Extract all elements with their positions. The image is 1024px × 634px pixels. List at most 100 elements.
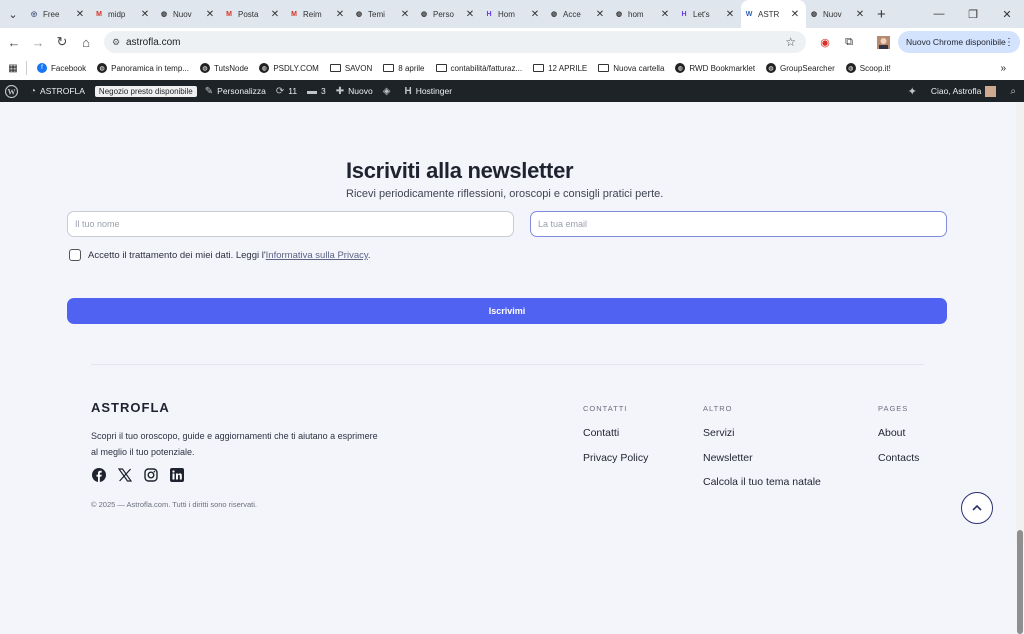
browser-tab[interactable]: M Reim ✕ bbox=[286, 0, 351, 28]
globe-icon: ◍ bbox=[199, 63, 210, 73]
footer-link-privacy[interactable]: Privacy Policy bbox=[583, 452, 648, 464]
site-info-icon[interactable]: ⚙ bbox=[106, 37, 126, 48]
bookmark-item[interactable]: f Facebook bbox=[37, 63, 86, 73]
minimize-icon[interactable]: — bbox=[922, 8, 956, 20]
tab-close-icon[interactable]: ✕ bbox=[205, 9, 215, 20]
footer-brand[interactable]: ASTROFLA bbox=[91, 400, 170, 415]
wp-search-icon[interactable]: ⌕ bbox=[1010, 86, 1016, 97]
footer-link-newsletter[interactable]: Newsletter bbox=[703, 452, 753, 464]
subscribe-button[interactable]: Iscrivimi bbox=[67, 298, 947, 324]
footer-link-servizi[interactable]: Servizi bbox=[703, 427, 735, 439]
browser-tab[interactable]: H Hom ✕ bbox=[481, 0, 546, 28]
bookmark-item[interactable]: ◍ Panoramica in temp... bbox=[97, 63, 189, 73]
wp-diamond[interactable]: ◈ bbox=[383, 86, 395, 97]
social-links bbox=[91, 467, 195, 483]
tab-close-icon[interactable]: ✕ bbox=[530, 9, 540, 20]
wp-hostinger[interactable]: H Hostinger bbox=[404, 86, 452, 97]
wp-greeting[interactable]: Ciao, Astrofla bbox=[931, 86, 982, 96]
tab-close-icon[interactable]: ✕ bbox=[855, 9, 865, 20]
scrollbar[interactable] bbox=[1016, 102, 1024, 634]
tab-search-button[interactable]: ⌄ bbox=[0, 0, 26, 28]
bookmark-item[interactable]: ◍ GroupSearcher bbox=[766, 63, 835, 73]
name-input[interactable]: Il tuo nome bbox=[67, 211, 514, 237]
footer-link-about[interactable]: About bbox=[878, 427, 905, 439]
forward-icon[interactable]: → bbox=[26, 35, 50, 50]
back-to-top-button[interactable] bbox=[961, 492, 993, 524]
browser-tab[interactable]: ◍ Nuov ✕ bbox=[156, 0, 221, 28]
wp-comments[interactable]: ▬ 3 bbox=[307, 86, 326, 97]
back-icon[interactable]: ← bbox=[2, 35, 26, 50]
x-twitter-icon[interactable] bbox=[117, 467, 133, 483]
tab-close-icon[interactable]: ✕ bbox=[660, 9, 670, 20]
more-menu-icon[interactable]: ⋮ bbox=[1004, 37, 1014, 48]
restore-icon[interactable]: ❐ bbox=[956, 8, 990, 21]
tab-title: Nuov bbox=[823, 9, 842, 19]
linkedin-icon[interactable] bbox=[169, 467, 185, 483]
consent-checkbox[interactable] bbox=[69, 249, 81, 261]
bookmark-star-icon[interactable]: ☆ bbox=[785, 35, 796, 49]
browser-tab[interactable]: ◍ hom ✕ bbox=[611, 0, 676, 28]
tab-close-icon[interactable]: ✕ bbox=[75, 9, 85, 20]
wp-site-name[interactable]: ◔ ASTROFLA bbox=[30, 86, 85, 97]
tab-close-icon[interactable]: ✕ bbox=[595, 9, 605, 20]
extensions-puzzle-icon[interactable]: ⧉ bbox=[840, 33, 858, 51]
browser-tab[interactable]: M Posta ✕ bbox=[221, 0, 286, 28]
apps-grid-icon[interactable]: ▦ bbox=[0, 63, 26, 74]
browser-tab[interactable]: W ASTR ✕ bbox=[741, 0, 806, 28]
scrollbar-thumb[interactable] bbox=[1017, 530, 1023, 634]
tab-strip: ⌄ ◎ Free ✕ Mmidp ✕ ◍ Nuov ✕ M Posta ✕ M Reim ✕ ◍ Temi ✕ ◍… bbox=[0, 0, 1024, 28]
tab-close-icon[interactable]: ✕ bbox=[400, 9, 410, 20]
chrome-update-button[interactable]: Nuovo Chrome disponibile ⋮ bbox=[898, 31, 1020, 53]
wp-new[interactable]: ✚ Nuovo bbox=[336, 86, 373, 97]
home-icon[interactable]: ⌂ bbox=[74, 35, 98, 50]
bookmark-item[interactable]: contabilità/fatturaz... bbox=[435, 64, 522, 73]
email-input[interactable]: La tua email bbox=[530, 211, 947, 237]
tab-close-icon[interactable]: ✕ bbox=[790, 9, 800, 20]
tab-close-icon[interactable]: ✕ bbox=[465, 9, 475, 20]
tab-close-icon[interactable]: ✕ bbox=[725, 9, 735, 20]
consent-text: Accetto il trattamento dei miei dati. Le… bbox=[88, 250, 266, 261]
profile-avatar[interactable] bbox=[874, 33, 892, 51]
tab-close-icon[interactable]: ✕ bbox=[270, 9, 280, 20]
tab-close-icon[interactable]: ✕ bbox=[335, 9, 345, 20]
wp-updates[interactable]: ⟳ 11 bbox=[276, 86, 297, 97]
bookmark-item[interactable]: ◍ TutsNode bbox=[199, 63, 248, 73]
footer-link-contatti[interactable]: Contatti bbox=[583, 427, 619, 439]
bookmark-item[interactable]: 12 APRILE bbox=[533, 64, 587, 73]
sparkle-icon[interactable]: ✦ bbox=[908, 85, 917, 98]
privacy-link[interactable]: Informativa sulla Privacy bbox=[266, 250, 368, 261]
new-tab-button[interactable]: + bbox=[877, 6, 886, 23]
browser-tab[interactable]: ◎ Free ✕ bbox=[26, 0, 91, 28]
reload-icon[interactable]: ↻ bbox=[50, 34, 74, 50]
footer-link-contacts[interactable]: Contacts bbox=[878, 452, 919, 464]
tab-title: Nuov bbox=[173, 9, 192, 19]
browser-tab[interactable]: ◍ Perso ✕ bbox=[416, 0, 481, 28]
browser-tab[interactable]: Mmidp ✕ bbox=[91, 0, 156, 28]
wp-customize[interactable]: ✎ Personalizza bbox=[205, 86, 266, 97]
close-window-icon[interactable]: ✕ bbox=[990, 8, 1024, 21]
chevron-down-icon: ⌄ bbox=[8, 8, 18, 21]
wp-avatar[interactable] bbox=[985, 85, 997, 97]
browser-tab[interactable]: H Let's ✕ bbox=[676, 0, 741, 28]
url-input[interactable]: ⚙ astrofla.com ☆ bbox=[104, 31, 806, 53]
browser-tab[interactable]: ◍ Nuov ✕ bbox=[806, 0, 871, 28]
facebook-icon[interactable] bbox=[91, 467, 107, 483]
bookmark-item[interactable]: SAVON bbox=[329, 64, 372, 73]
bookmark-item[interactable]: ◍ RWD Bookmarklet bbox=[675, 63, 755, 73]
more-bookmarks-icon[interactable]: » bbox=[1000, 63, 1006, 74]
wordpress-logo-icon[interactable]: W bbox=[5, 84, 18, 98]
bookmark-label: RWD Bookmarklet bbox=[689, 63, 756, 73]
extension-icon[interactable]: ◉ bbox=[816, 33, 834, 51]
footer-link-tema-natale[interactable]: Calcola il tuo tema natale bbox=[703, 476, 821, 488]
globe-icon: ◍ bbox=[97, 63, 108, 73]
instagram-icon[interactable] bbox=[143, 467, 159, 483]
bookmark-item[interactable]: Nuova cartella bbox=[598, 64, 664, 73]
browser-tab[interactable]: ◍ Acce ✕ bbox=[546, 0, 611, 28]
plus-icon: ✚ bbox=[335, 85, 345, 97]
gmail-icon: M bbox=[96, 10, 102, 18]
browser-tab[interactable]: ◍ Temi ✕ bbox=[351, 0, 416, 28]
bookmark-item[interactable]: ◍ PSDLY.COM bbox=[259, 63, 319, 73]
bookmark-item[interactable]: ◍ Scoop.it! bbox=[845, 63, 891, 73]
bookmark-item[interactable]: 8 aprile bbox=[383, 64, 425, 73]
tab-close-icon[interactable]: ✕ bbox=[140, 9, 150, 20]
